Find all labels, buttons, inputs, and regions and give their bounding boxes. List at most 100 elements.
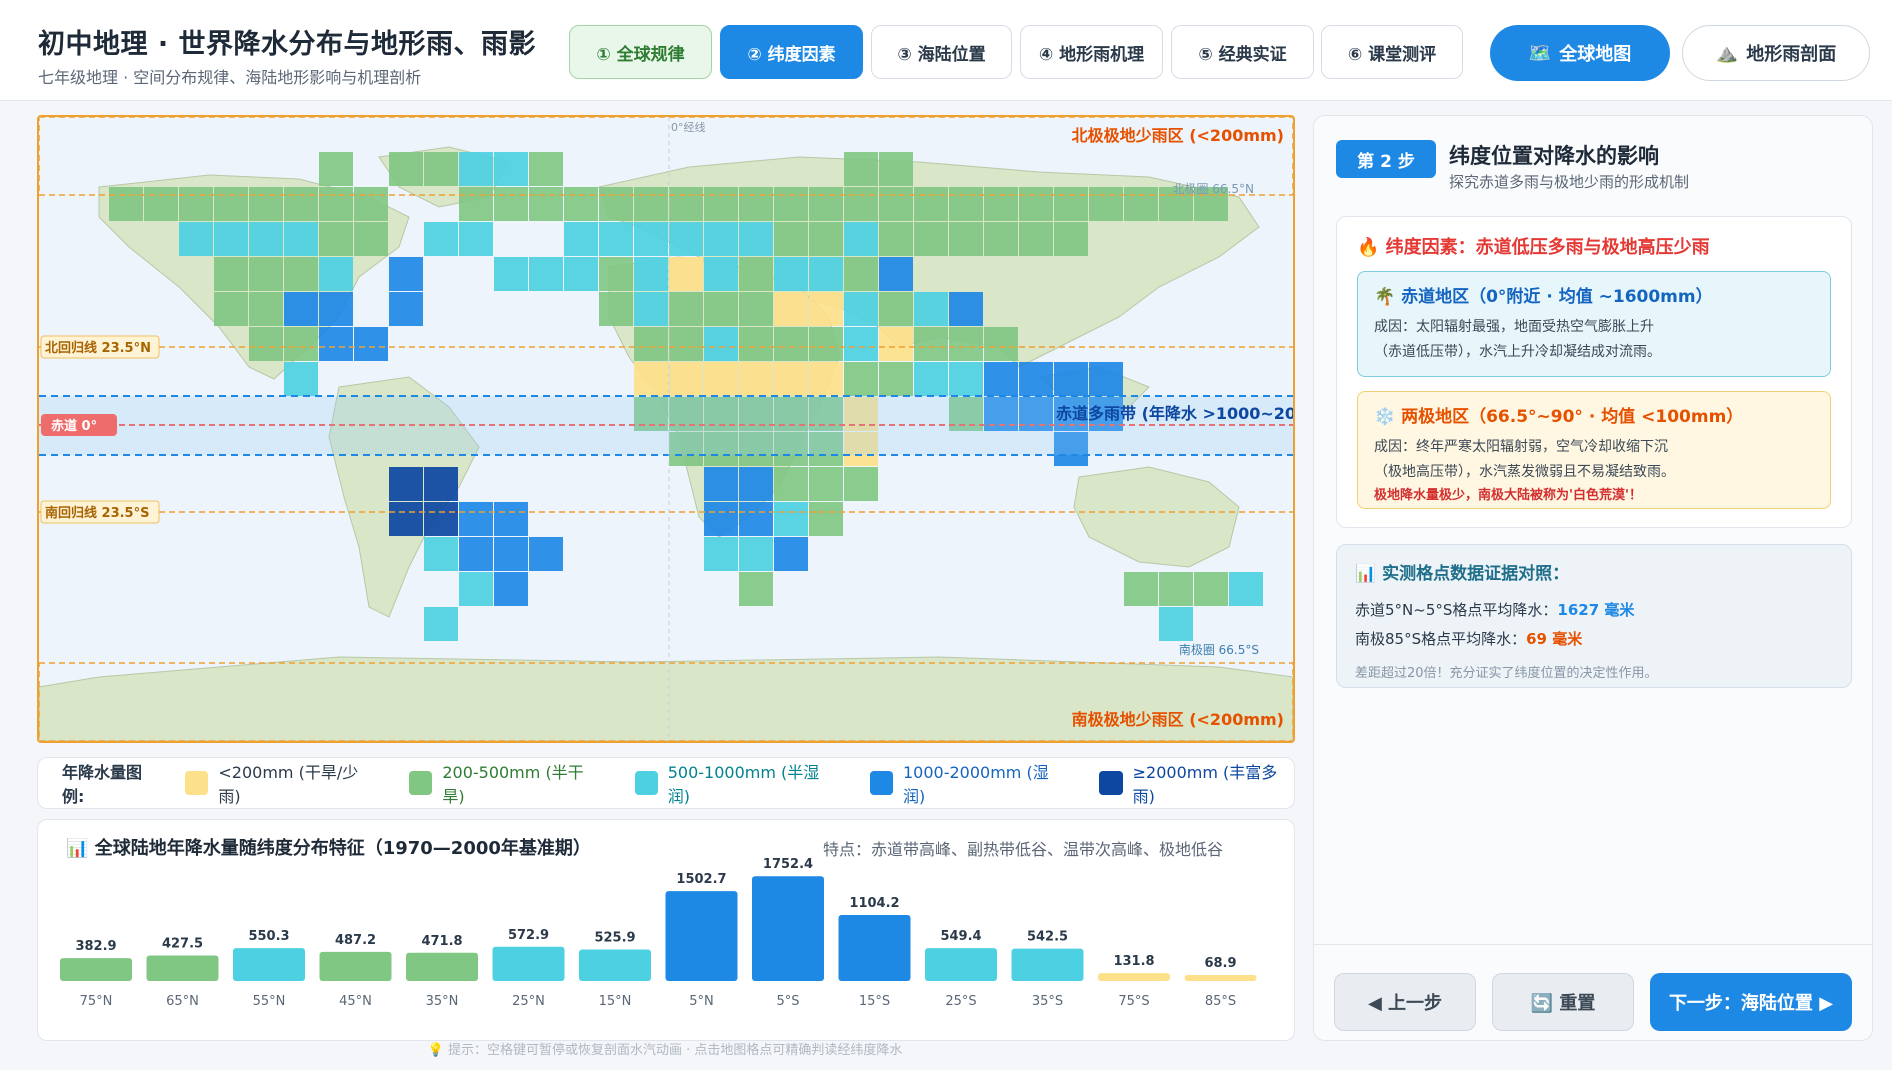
grid-cell[interactable] bbox=[809, 467, 843, 501]
grid-cell[interactable] bbox=[774, 467, 808, 501]
grid-cell[interactable] bbox=[284, 187, 318, 221]
grid-cell[interactable] bbox=[879, 327, 913, 361]
grid-cell[interactable] bbox=[704, 537, 738, 571]
grid-cell[interactable] bbox=[669, 187, 703, 221]
grid-cell[interactable] bbox=[319, 187, 353, 221]
grid-cell[interactable] bbox=[844, 152, 878, 186]
grid-cell[interactable] bbox=[249, 292, 283, 326]
grid-cell[interactable] bbox=[739, 537, 773, 571]
grid-cell[interactable] bbox=[389, 292, 423, 326]
grid-cell[interactable] bbox=[739, 502, 773, 536]
grid-cell[interactable] bbox=[739, 362, 773, 396]
grid-cell[interactable] bbox=[389, 152, 423, 186]
grid-cell[interactable] bbox=[774, 327, 808, 361]
grid-cell[interactable] bbox=[529, 257, 563, 291]
grid-cell[interactable] bbox=[459, 537, 493, 571]
grid-cell[interactable] bbox=[634, 222, 668, 256]
grid-cell[interactable] bbox=[1229, 572, 1263, 606]
grid-cell[interactable] bbox=[564, 222, 598, 256]
grid-cell[interactable] bbox=[844, 467, 878, 501]
grid-cell[interactable] bbox=[354, 327, 388, 361]
grid-cell[interactable] bbox=[914, 362, 948, 396]
grid-cell[interactable] bbox=[809, 362, 843, 396]
grid-cell[interactable] bbox=[914, 187, 948, 221]
grid-cell[interactable] bbox=[704, 187, 738, 221]
grid-cell[interactable] bbox=[1089, 187, 1123, 221]
grid-cell[interactable] bbox=[214, 292, 248, 326]
grid-cell[interactable] bbox=[774, 362, 808, 396]
grid-cell[interactable] bbox=[704, 467, 738, 501]
grid-cell[interactable] bbox=[354, 222, 388, 256]
tab-classic-evidence[interactable]: ⑤ 经典实证 bbox=[1171, 25, 1314, 79]
grid-cell[interactable] bbox=[214, 257, 248, 291]
grid-cell[interactable] bbox=[529, 537, 563, 571]
grid-cell[interactable] bbox=[389, 502, 423, 536]
grid-cell[interactable] bbox=[669, 222, 703, 256]
grid-cell[interactable] bbox=[319, 292, 353, 326]
grid-cell[interactable] bbox=[949, 222, 983, 256]
grid-cell[interactable] bbox=[704, 327, 738, 361]
grid-cell[interactable] bbox=[669, 327, 703, 361]
grid-cell[interactable] bbox=[1124, 187, 1158, 221]
tab-global-rules[interactable]: ① 全球规律 bbox=[569, 25, 712, 79]
grid-cell[interactable] bbox=[494, 537, 528, 571]
grid-cell[interactable] bbox=[879, 257, 913, 291]
grid-cell[interactable] bbox=[809, 222, 843, 256]
grid-cell[interactable] bbox=[424, 222, 458, 256]
grid-cell[interactable] bbox=[1054, 187, 1088, 221]
grid-cell[interactable] bbox=[1054, 222, 1088, 256]
grid-cell[interactable] bbox=[739, 222, 773, 256]
grid-cell[interactable] bbox=[984, 362, 1018, 396]
grid-cell[interactable] bbox=[599, 187, 633, 221]
grid-cell[interactable] bbox=[704, 362, 738, 396]
grid-cell[interactable] bbox=[1159, 607, 1193, 641]
grid-cell[interactable] bbox=[179, 187, 213, 221]
grid-cell[interactable] bbox=[179, 222, 213, 256]
grid-cell[interactable] bbox=[669, 362, 703, 396]
grid-cell[interactable] bbox=[984, 187, 1018, 221]
grid-cell[interactable] bbox=[879, 222, 913, 256]
grid-cell[interactable] bbox=[844, 292, 878, 326]
grid-cell[interactable] bbox=[879, 187, 913, 221]
grid-cell[interactable] bbox=[424, 152, 458, 186]
grid-cell[interactable] bbox=[1019, 187, 1053, 221]
grid-cell[interactable] bbox=[494, 152, 528, 186]
grid-cell[interactable] bbox=[1089, 362, 1123, 396]
grid-cell[interactable] bbox=[809, 327, 843, 361]
grid-cell[interactable] bbox=[494, 572, 528, 606]
grid-cell[interactable] bbox=[774, 187, 808, 221]
grid-cell[interactable] bbox=[739, 187, 773, 221]
grid-cell[interactable] bbox=[354, 187, 388, 221]
grid-cell[interactable] bbox=[494, 187, 528, 221]
grid-cell[interactable] bbox=[704, 222, 738, 256]
grid-cell[interactable] bbox=[459, 502, 493, 536]
grid-cell[interactable] bbox=[774, 257, 808, 291]
grid-cell[interactable] bbox=[1194, 572, 1228, 606]
grid-cell[interactable] bbox=[669, 292, 703, 326]
world-precipitation-map[interactable]: 0°经线 北极极地少雨区 (<200mm) 南极极地少雨区 (<200mm) 北… bbox=[37, 115, 1295, 743]
grid-cell[interactable] bbox=[564, 187, 598, 221]
grid-cell[interactable] bbox=[529, 187, 563, 221]
grid-cell[interactable] bbox=[249, 187, 283, 221]
map-canvas[interactable]: 0°经线 北极极地少雨区 (<200mm) 南极极地少雨区 (<200mm) 北… bbox=[39, 117, 1293, 741]
grid-cell[interactable] bbox=[1124, 572, 1158, 606]
grid-cell[interactable] bbox=[1019, 222, 1053, 256]
grid-cell[interactable] bbox=[459, 187, 493, 221]
grid-cell[interactable] bbox=[949, 327, 983, 361]
grid-cell[interactable] bbox=[704, 257, 738, 291]
grid-cell[interactable] bbox=[844, 362, 878, 396]
grid-cell[interactable] bbox=[634, 187, 668, 221]
grid-cell[interactable] bbox=[809, 292, 843, 326]
grid-cell[interactable] bbox=[564, 257, 598, 291]
grid-cell[interactable] bbox=[774, 537, 808, 571]
grid-cell[interactable] bbox=[809, 502, 843, 536]
grid-cell[interactable] bbox=[459, 152, 493, 186]
grid-cell[interactable] bbox=[494, 502, 528, 536]
grid-cell[interactable] bbox=[879, 362, 913, 396]
grid-cell[interactable] bbox=[914, 222, 948, 256]
grid-cell[interactable] bbox=[459, 222, 493, 256]
grid-cell[interactable] bbox=[669, 257, 703, 291]
grid-cell[interactable] bbox=[634, 327, 668, 361]
grid-cell[interactable] bbox=[249, 327, 283, 361]
grid-cell[interactable] bbox=[844, 187, 878, 221]
